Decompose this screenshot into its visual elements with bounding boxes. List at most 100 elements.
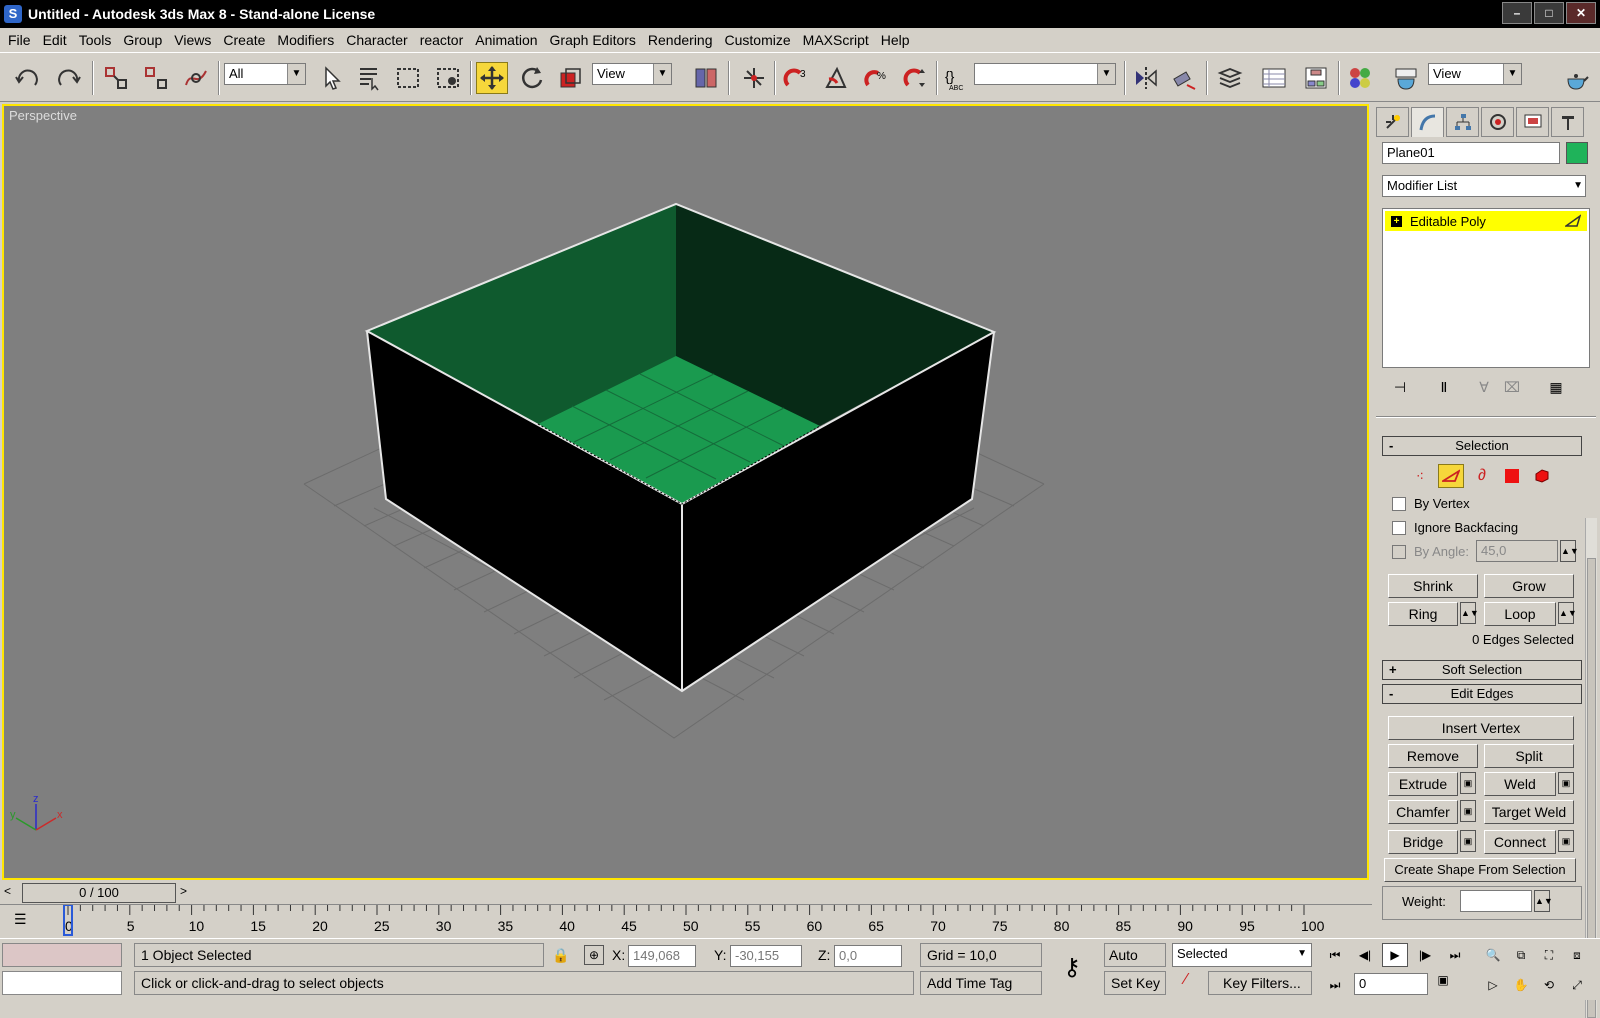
checkbox-box[interactable] [1392, 544, 1406, 559]
menu-graph-editors[interactable]: Graph Editors [544, 32, 642, 48]
bridge-button[interactable]: Bridge [1388, 830, 1458, 854]
named-selection-dropdown[interactable]: ▼ [974, 63, 1116, 85]
polygon-subobject-icon[interactable] [1500, 464, 1524, 488]
object-name-field[interactable]: Plane01 [1382, 142, 1560, 164]
menu-modifiers[interactable]: Modifiers [271, 32, 340, 48]
select-and-scale-icon[interactable] [554, 62, 586, 94]
edit-edges-rollout-header[interactable]: - Edit Edges [1382, 684, 1582, 704]
ignore-backfacing-checkbox[interactable]: Ignore Backfacing [1392, 520, 1518, 535]
time-slider-prev-icon[interactable]: < [4, 884, 11, 898]
default-in-out-tangents-icon[interactable]: ⁄ [1174, 971, 1198, 995]
menu-group[interactable]: Group [117, 32, 168, 48]
window-crossing-icon[interactable] [432, 62, 464, 94]
perspective-viewport[interactable]: Perspective z y x [2, 104, 1369, 880]
split-button[interactable]: Split [1484, 744, 1574, 768]
select-and-link-icon[interactable] [100, 62, 132, 94]
configure-modifier-sets-icon[interactable]: ▦ [1544, 379, 1568, 401]
weld-button[interactable]: Weld [1484, 772, 1556, 796]
select-by-name-icon[interactable] [354, 62, 386, 94]
maxscript-listener-white[interactable] [2, 971, 122, 995]
bind-to-space-warp-icon[interactable] [180, 62, 212, 94]
unlink-selection-icon[interactable] [140, 62, 172, 94]
menu-customize[interactable]: Customize [719, 32, 797, 48]
object-color-swatch[interactable] [1566, 142, 1588, 164]
x-coordinate-field[interactable]: 149,068 [628, 945, 696, 967]
menu-reactor[interactable]: reactor [414, 32, 470, 48]
menu-file[interactable]: File [2, 32, 37, 48]
selection-rollout-header[interactable]: - Selection [1382, 436, 1582, 456]
key-mode-dropdown[interactable]: Selected ▼ [1172, 943, 1312, 967]
motion-tab-icon[interactable] [1481, 107, 1514, 137]
pin-stack-icon[interactable]: ⊣ [1388, 379, 1412, 401]
vertex-subobject-icon[interactable]: ⁖ [1408, 464, 1432, 488]
pan-hand-icon[interactable]: ✋ [1508, 973, 1534, 997]
previous-frame-icon[interactable]: ◀| [1352, 943, 1378, 967]
y-coordinate-field[interactable]: -30,155 [730, 945, 802, 967]
selection-lock-icon[interactable]: 🔒 [552, 947, 569, 964]
ring-spinner[interactable]: ▲▼ [1460, 602, 1479, 624]
select-object-icon[interactable] [316, 62, 348, 94]
menu-maxscript[interactable]: MAXScript [797, 32, 875, 48]
insert-vertex-button[interactable]: Insert Vertex [1388, 716, 1574, 740]
time-slider-thumb[interactable]: 0 / 100 [22, 883, 176, 903]
select-and-rotate-icon[interactable] [516, 62, 548, 94]
display-tab-icon[interactable] [1516, 107, 1549, 137]
border-subobject-icon[interactable]: ∂ [1470, 464, 1494, 488]
time-configuration-icon[interactable]: ▣ [1432, 973, 1454, 995]
selection-filter-dropdown[interactable]: All ▼ [224, 63, 306, 85]
absolute-mode-transform-icon[interactable]: ⊕ [584, 945, 604, 965]
redo-icon[interactable] [52, 62, 84, 94]
select-and-move-icon[interactable] [476, 62, 508, 94]
current-frame-field[interactable]: 0 [1354, 973, 1428, 995]
zoom-icon[interactable]: 🔍 [1480, 943, 1506, 967]
checkbox-box[interactable] [1392, 496, 1406, 511]
spinner-snap-toggle-icon[interactable] [900, 62, 932, 94]
maximize-button[interactable]: □ [1534, 2, 1564, 24]
menu-views[interactable]: Views [168, 32, 217, 48]
chamfer-settings-icon[interactable]: ▣ [1460, 800, 1476, 822]
maximize-viewport-icon[interactable]: ⤢ [1564, 973, 1590, 997]
schematic-view-icon[interactable] [1300, 62, 1332, 94]
auto-key-button[interactable]: Auto Key [1104, 943, 1166, 985]
add-time-tag-button[interactable]: Add Time Tag [920, 971, 1042, 995]
menu-create[interactable]: Create [217, 32, 271, 48]
track-bar[interactable]: ☰ 0 5 10 15 20 25 30 35 40 45 50 55 60 65 70 75 80 85 90 95… [0, 904, 1372, 938]
bridge-settings-icon[interactable]: ▣ [1460, 830, 1476, 852]
material-editor-icon[interactable] [1344, 62, 1376, 94]
set-key-button[interactable]: Set Key [1104, 971, 1166, 995]
z-coordinate-field[interactable]: 0,0 [834, 945, 902, 967]
curve-editor-icon[interactable] [1258, 62, 1290, 94]
render-type-dropdown[interactable]: View ▼ [1428, 63, 1522, 85]
edge-subobject-button[interactable] [1438, 464, 1464, 488]
rectangular-selection-region-icon[interactable] [392, 62, 424, 94]
snaps-toggle-icon[interactable]: 3 [780, 62, 812, 94]
weight-spinner[interactable]: ▲▼ [1534, 890, 1553, 912]
make-unique-icon[interactable]: ∀ [1472, 379, 1496, 401]
angle-snap-toggle-icon[interactable] [820, 62, 852, 94]
loop-spinner[interactable]: ▲▼ [1558, 602, 1577, 624]
soft-selection-rollout-header[interactable]: + Soft Selection [1382, 660, 1582, 680]
plane01-object[interactable] [364, 202, 997, 693]
target-weld-button[interactable]: Target Weld [1484, 800, 1574, 824]
menu-rendering[interactable]: Rendering [642, 32, 719, 48]
select-and-manipulate-icon[interactable] [738, 62, 770, 94]
grow-button[interactable]: Grow [1484, 574, 1574, 598]
zoom-all-icon[interactable]: ⧉ [1508, 943, 1534, 967]
play-icon[interactable]: ▶ [1382, 943, 1408, 967]
menu-tools[interactable]: Tools [73, 32, 118, 48]
loop-button[interactable]: Loop [1484, 602, 1556, 626]
modifier-list-dropdown[interactable]: Modifier List ▼ [1382, 175, 1586, 197]
chamfer-button[interactable]: Chamfer [1388, 800, 1458, 824]
zoom-extents-icon[interactable]: ⛶ [1536, 943, 1562, 967]
extrude-settings-icon[interactable]: ▣ [1460, 772, 1476, 794]
key-filters-button[interactable]: Key Filters... [1208, 971, 1312, 995]
close-button[interactable]: ✕ [1566, 2, 1596, 24]
render-scene-dialog-icon[interactable] [1390, 62, 1422, 94]
menu-character[interactable]: Character [340, 32, 413, 48]
show-end-result-icon[interactable]: Ⅱ [1432, 379, 1456, 401]
go-to-start-icon[interactable]: ⏮ [1322, 943, 1348, 967]
shrink-button[interactable]: Shrink [1388, 574, 1478, 598]
edit-named-selection-icon[interactable]: {} ABC [940, 62, 972, 94]
menu-animation[interactable]: Animation [469, 32, 543, 48]
arc-rotate-icon[interactable]: ⟲ [1536, 973, 1562, 997]
